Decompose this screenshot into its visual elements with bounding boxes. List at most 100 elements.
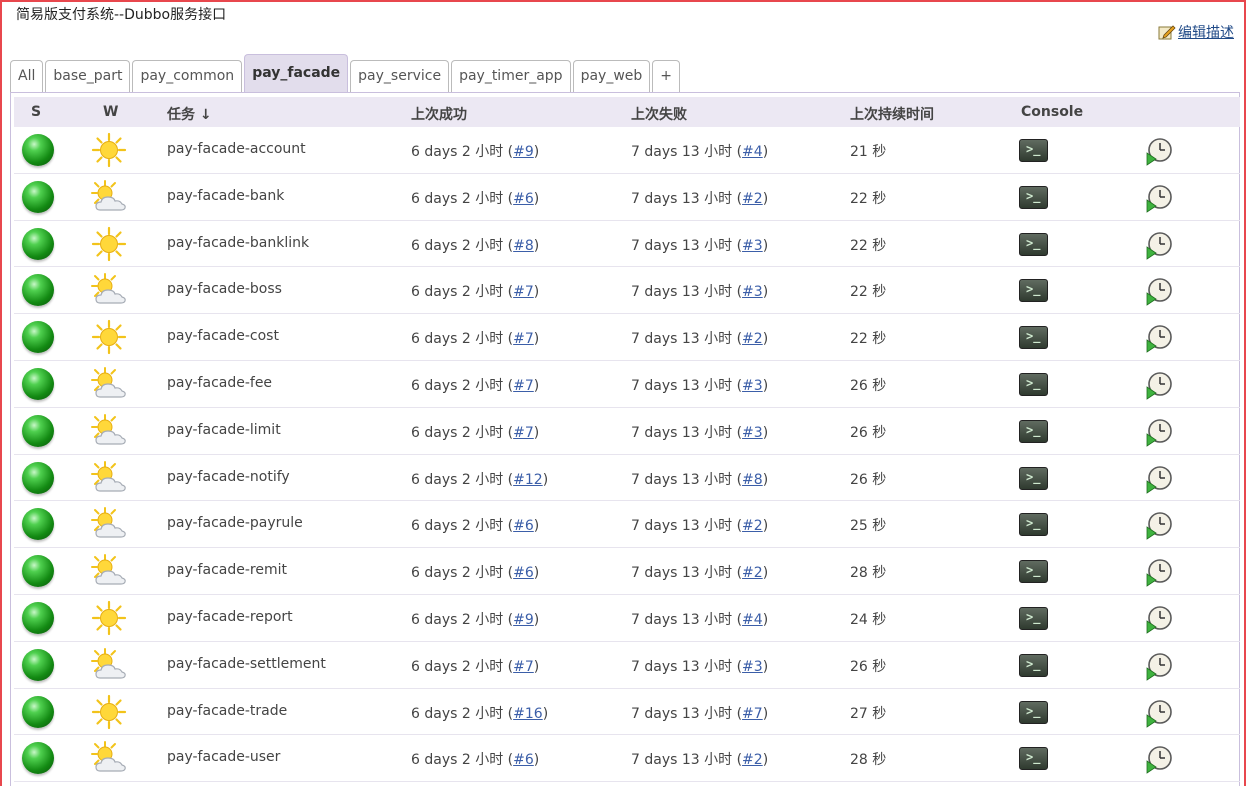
schedule-build-icon[interactable] xyxy=(1144,183,1174,213)
job-name-link[interactable]: pay-facade-trade xyxy=(167,703,287,719)
last-success-build-link[interactable]: #7 xyxy=(513,378,534,394)
col-last-duration[interactable]: 上次持续时间 xyxy=(850,104,934,124)
terminal-icon[interactable]: >_ xyxy=(1019,700,1048,724)
last-failure-build-link[interactable]: #8 xyxy=(742,472,763,488)
terminal-icon[interactable]: >_ xyxy=(1019,560,1048,584)
last-failure-build-link[interactable]: #7 xyxy=(742,706,763,722)
schedule-build-icon[interactable] xyxy=(1144,276,1174,307)
last-success-build-link[interactable]: #7 xyxy=(513,659,534,675)
last-failure-build-link[interactable]: #4 xyxy=(742,144,763,160)
col-job[interactable]: 任务 ↓ xyxy=(167,104,212,124)
last-failure-build-link[interactable]: #3 xyxy=(742,238,763,254)
col-last-failure[interactable]: 上次失败 xyxy=(631,104,687,124)
console-glyph: >_ xyxy=(1026,469,1041,484)
terminal-icon[interactable]: >_ xyxy=(1019,466,1048,490)
last-failure-build-link[interactable]: #2 xyxy=(742,752,763,768)
tab-pay-timer-app[interactable]: pay_timer_app xyxy=(451,60,571,92)
schedule-build-icon[interactable] xyxy=(1144,604,1174,634)
edit-description-link[interactable]: 编辑描述 xyxy=(1158,22,1234,42)
col-weather[interactable]: W xyxy=(103,104,118,120)
job-name-link[interactable]: pay-facade-remit xyxy=(167,562,287,578)
sun-cloud-icon xyxy=(90,460,128,496)
table-row: pay-facade-bank 6 days 2 小时 (#6) 7 days … xyxy=(14,174,1240,221)
schedule-build-icon[interactable] xyxy=(1144,136,1174,166)
schedule-build-icon[interactable] xyxy=(1144,370,1174,400)
last-failure-time: 7 days 13 小时 xyxy=(631,144,733,160)
tab-pay-service[interactable]: pay_service xyxy=(350,60,450,92)
last-failure-build-link[interactable]: #3 xyxy=(742,284,763,300)
job-name-link[interactable]: pay-facade-bank xyxy=(167,188,284,204)
last-duration: 24 秒 xyxy=(850,612,887,628)
job-name-link[interactable]: pay-facade-boss xyxy=(167,281,282,297)
terminal-icon[interactable]: >_ xyxy=(1019,607,1048,630)
last-success-build-link[interactable]: #12 xyxy=(513,472,543,488)
terminal-icon[interactable]: >_ xyxy=(1019,419,1048,443)
schedule-build-icon[interactable] xyxy=(1144,510,1174,541)
tab-base-part[interactable]: base_part xyxy=(45,60,131,92)
last-success-build-link[interactable]: #6 xyxy=(513,565,534,581)
tab-all[interactable]: All xyxy=(10,60,44,92)
last-success-build-link[interactable]: #6 xyxy=(513,191,534,207)
schedule-build-icon[interactable] xyxy=(1144,230,1174,260)
sun-icon xyxy=(90,226,128,262)
schedule-build-icon[interactable] xyxy=(1144,323,1174,353)
last-success-build-link[interactable]: #7 xyxy=(513,425,534,441)
table-row: pay-facade-report 6 days 2 小时 (#9) 7 day… xyxy=(14,595,1240,642)
terminal-icon[interactable]: >_ xyxy=(1019,653,1048,677)
last-failure-build-link[interactable]: #2 xyxy=(742,331,763,347)
terminal-icon[interactable]: >_ xyxy=(1019,185,1048,209)
last-success-build-link[interactable]: #8 xyxy=(513,238,534,254)
job-name-link[interactable]: pay-facade-settlement xyxy=(167,656,326,672)
tab-pay-facade[interactable]: pay_facade xyxy=(244,54,349,92)
job-name-link[interactable]: pay-facade-fee xyxy=(167,375,272,391)
last-failure-time: 7 days 13 小时 xyxy=(631,612,733,628)
last-success-build-link[interactable]: #6 xyxy=(513,518,534,534)
schedule-build-icon[interactable] xyxy=(1144,557,1174,587)
schedule-build-icon[interactable] xyxy=(1144,464,1174,494)
status-success-icon xyxy=(22,274,54,307)
job-name-link[interactable]: pay-facade-user xyxy=(167,749,280,765)
schedule-build-icon[interactable] xyxy=(1144,651,1174,681)
tab-add-view[interactable]: + xyxy=(652,60,680,92)
terminal-icon[interactable]: >_ xyxy=(1019,747,1048,771)
tab-pay-web[interactable]: pay_web xyxy=(572,60,651,92)
terminal-icon[interactable]: >_ xyxy=(1019,373,1048,396)
last-success-build-link[interactable]: #16 xyxy=(513,706,543,722)
last-failure-build-link[interactable]: #3 xyxy=(742,378,763,394)
edit-description-label[interactable]: 编辑描述 xyxy=(1178,22,1234,42)
tab-pay-common[interactable]: pay_common xyxy=(132,60,243,92)
last-failure-build-link[interactable]: #2 xyxy=(742,518,763,534)
last-failure-build-link[interactable]: #3 xyxy=(742,425,763,441)
last-success-build-link[interactable]: #6 xyxy=(513,752,534,768)
terminal-icon[interactable]: >_ xyxy=(1019,279,1048,303)
last-failure-cell: 7 days 13 小时 (#3) xyxy=(631,284,769,301)
job-name-link[interactable]: pay-facade-notify xyxy=(167,469,290,485)
job-name-link[interactable]: pay-facade-limit xyxy=(167,422,281,438)
last-success-build-link[interactable]: #9 xyxy=(513,144,534,160)
job-name-link[interactable]: pay-facade-report xyxy=(167,609,293,625)
schedule-build-icon[interactable] xyxy=(1144,744,1174,775)
job-name-link[interactable]: pay-facade-payrule xyxy=(167,515,303,531)
job-name-link[interactable]: pay-facade-cost xyxy=(167,328,279,344)
schedule-build-icon[interactable] xyxy=(1144,698,1174,728)
last-success-cell: 6 days 2 小时 (#8) xyxy=(411,237,540,254)
last-failure-build-link[interactable]: #3 xyxy=(742,659,763,675)
last-failure-build-link[interactable]: #2 xyxy=(742,191,763,207)
last-success-build-link[interactable]: #7 xyxy=(513,284,534,300)
col-console[interactable]: Console xyxy=(1021,104,1083,120)
terminal-icon[interactable]: >_ xyxy=(1019,513,1048,537)
job-name-link[interactable]: pay-facade-account xyxy=(167,141,306,157)
terminal-icon[interactable]: >_ xyxy=(1019,232,1048,256)
table-row: pay-facade-limit 6 days 2 小时 (#7) 7 days… xyxy=(14,408,1240,455)
last-success-build-link[interactable]: #9 xyxy=(513,612,534,628)
col-last-success[interactable]: 上次成功 xyxy=(411,104,467,124)
terminal-icon[interactable]: >_ xyxy=(1019,139,1048,162)
last-failure-build-link[interactable]: #2 xyxy=(742,565,763,581)
col-status[interactable]: S xyxy=(31,104,41,120)
last-success-build-link[interactable]: #7 xyxy=(513,331,534,347)
job-name-link[interactable]: pay-facade-banklink xyxy=(167,235,309,251)
table-row: pay-facade-trade 6 days 2 小时 (#16) 7 day… xyxy=(14,689,1240,736)
schedule-build-icon[interactable] xyxy=(1144,417,1174,447)
last-failure-build-link[interactable]: #4 xyxy=(742,612,763,628)
terminal-icon[interactable]: >_ xyxy=(1019,326,1048,350)
